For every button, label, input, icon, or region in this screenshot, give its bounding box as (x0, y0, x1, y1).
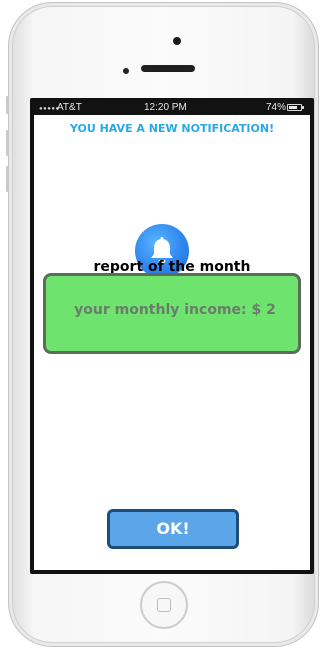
front-camera (173, 37, 181, 45)
monthly-income-text: your monthly income: $ 2 (74, 302, 276, 318)
home-button[interactable] (140, 581, 188, 629)
earpiece-speaker (141, 65, 195, 72)
income-box: your monthly income: $ 2 (43, 273, 301, 354)
status-bar: ●●●●● AT&T 12:20 PM 74% (34, 101, 310, 115)
volume-up-button (6, 130, 9, 156)
carrier-label: AT&T (57, 102, 82, 113)
battery-tip (302, 106, 304, 109)
stage: ●●●●● AT&T 12:20 PM 74% YOU HAVE A NEW N… (0, 0, 325, 651)
home-square-icon (157, 598, 171, 612)
volume-down-button (6, 166, 9, 192)
status-time: 12:20 PM (144, 102, 187, 113)
phone-screen: ●●●●● AT&T 12:20 PM 74% YOU HAVE A NEW N… (34, 101, 310, 570)
proximity-sensor (123, 68, 129, 74)
ok-button[interactable]: OK! (107, 509, 239, 549)
mute-switch (6, 96, 9, 114)
battery-level-fill (289, 106, 297, 109)
notification-header: YOU HAVE A NEW NOTIFICATION! (69, 122, 275, 135)
battery-percent: 74% (266, 102, 287, 113)
battery-icon (287, 104, 304, 111)
